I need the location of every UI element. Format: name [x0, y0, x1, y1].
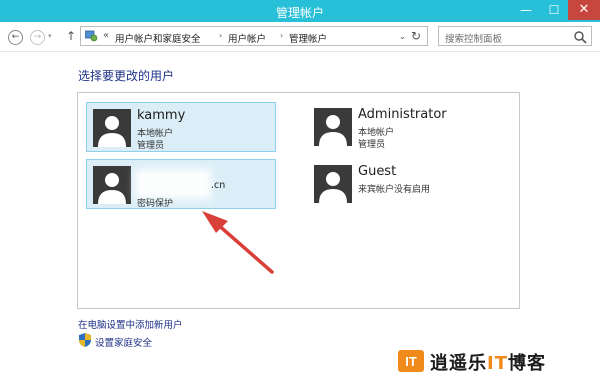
breadcrumb-separator[interactable]: › — [219, 31, 222, 40]
account-tile-administrator[interactable]: Administrator 本地帐户 管理员 — [308, 102, 498, 152]
watermark-text-it: IT — [487, 353, 508, 374]
search-icon[interactable] — [573, 30, 587, 44]
account-name: Guest — [358, 164, 397, 179]
breadcrumb-overflow[interactable]: « — [103, 30, 109, 41]
account-status: 来宾帐户没有启用 — [358, 185, 431, 195]
user-avatar-icon — [93, 166, 131, 204]
recent-locations-dropdown[interactable]: ▾ — [48, 32, 52, 40]
up-button[interactable]: ↑ — [66, 29, 76, 43]
obscured-account-name — [135, 169, 211, 199]
account-type: 密码保护 — [137, 199, 174, 209]
title-bar: 管理帐户 — ☐ ✕ — [0, 0, 600, 22]
account-tile-microsoft[interactable]: .cn 密码保护 — [86, 159, 276, 209]
account-name: kammy — [137, 108, 186, 123]
address-dropdown[interactable]: ⌄ — [399, 32, 406, 41]
refresh-button[interactable]: ↻ — [411, 29, 421, 43]
accounts-panel: kammy 本地帐户 管理员 Administrator 本地帐户 管理员 .c… — [77, 92, 520, 309]
watermark-badge: IT — [398, 350, 424, 372]
forward-button[interactable]: → — [30, 30, 45, 45]
search-box[interactable]: 搜索控制面板 — [438, 26, 592, 46]
minimize-button[interactable]: — — [512, 0, 540, 20]
breadcrumb-manage-accounts[interactable]: 管理帐户 — [289, 31, 327, 45]
address-bar[interactable]: « 用户帐户和家庭安全 › 用户帐户 › 管理帐户 ⌄ ↻ — [80, 26, 428, 46]
watermark-text: 逍遥乐IT博客 — [430, 349, 546, 375]
breadcrumb-family-safety[interactable]: 用户帐户和家庭安全 — [115, 31, 201, 45]
add-user-link[interactable]: 在电脑设置中添加新用户 — [78, 317, 183, 331]
shield-icon — [79, 333, 91, 347]
account-tile-kammy[interactable]: kammy 本地帐户 管理员 — [86, 102, 276, 152]
search-placeholder[interactable]: 搜索控制面板 — [445, 31, 502, 45]
watermark-text-b: 博客 — [507, 353, 546, 374]
page-heading: 选择要更改的用户 — [78, 69, 175, 83]
watermark-badge-text: IT — [405, 354, 417, 369]
back-button[interactable]: ← — [8, 30, 23, 45]
family-safety-link[interactable]: 设置家庭安全 — [95, 335, 152, 349]
user-avatar-icon — [314, 108, 352, 146]
breadcrumb-separator[interactable]: › — [280, 31, 283, 40]
user-avatar-icon — [314, 165, 352, 203]
account-tile-guest[interactable]: Guest 来宾帐户没有启用 — [308, 159, 498, 209]
close-button[interactable]: ✕ — [568, 0, 600, 20]
watermark-text-a: 逍遥乐 — [430, 353, 487, 374]
account-role: 管理员 — [358, 140, 386, 150]
account-name: Administrator — [358, 107, 447, 122]
account-name-suffix: .cn — [211, 180, 226, 191]
breadcrumb-user-accounts[interactable]: 用户帐户 — [228, 31, 266, 45]
control-panel-icon — [85, 30, 98, 42]
account-role: 管理员 — [137, 141, 165, 151]
user-avatar-icon — [93, 109, 131, 147]
window-title: 管理帐户 — [275, 6, 324, 20]
maximize-button[interactable]: ☐ — [540, 0, 568, 20]
